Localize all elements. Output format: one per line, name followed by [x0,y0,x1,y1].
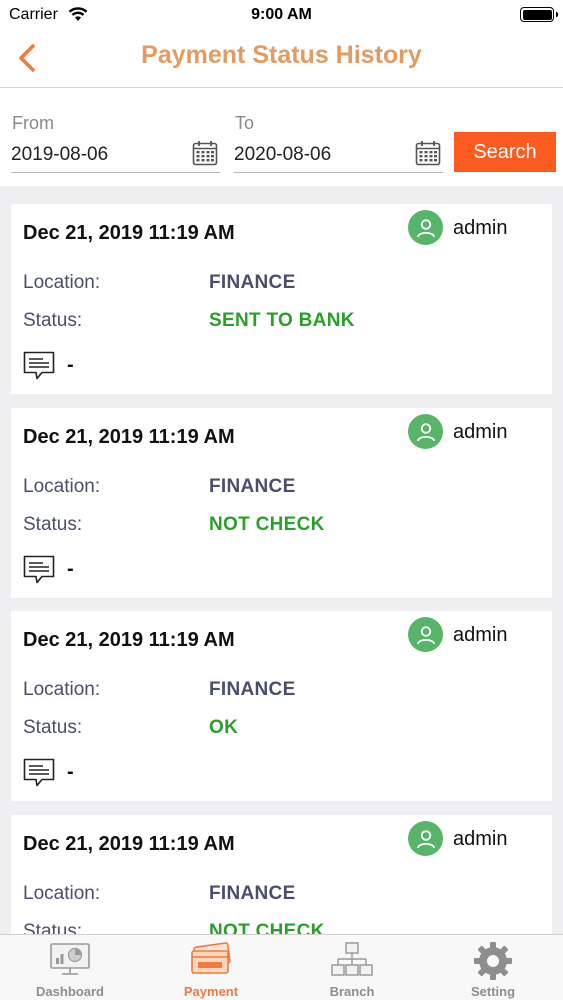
tab-setting[interactable]: Setting [423,935,563,1000]
page-title: Payment Status History [141,41,422,69]
location-label: Location: [23,272,101,293]
dashboard-icon [50,943,90,975]
user-avatar-icon [408,821,443,856]
location-value: FINANCE [209,883,296,904]
to-date-field[interactable]: 2020-08-06 [234,140,443,173]
to-label: To [235,113,255,133]
status-bar: Carrier 9:00 AM [0,0,563,30]
history-list[interactable]: Dec 21, 2019 11:19 AM admin Location: FI… [0,186,563,934]
status-value: OK [209,717,239,738]
tab-branch[interactable]: Branch [282,935,422,1000]
nav-bar: Payment Status History [0,30,563,88]
branch-icon [331,942,373,976]
search-button[interactable]: Search [454,132,556,172]
tab-label: Branch [329,984,375,999]
comment-icon [23,758,55,787]
user-avatar-icon [408,210,443,245]
user-avatar-icon [408,414,443,449]
gear-icon [474,942,512,980]
status-value: NOT CHECK [209,921,325,934]
clock: 9:00 AM [251,6,312,23]
record-user: admin [453,624,508,646]
record-note: - [67,761,74,783]
tab-label: Payment [183,984,239,999]
location-value: FINANCE [209,476,296,497]
calendar-icon[interactable] [415,140,441,166]
battery-icon [520,7,558,22]
record-user: admin [453,421,508,443]
comment-icon [23,555,55,584]
from-date-value: 2019-08-06 [11,144,109,165]
record-user: admin [453,217,508,239]
location-label: Location: [23,476,101,497]
record-datetime: Dec 21, 2019 11:19 AM [23,426,235,448]
record-datetime: Dec 21, 2019 11:19 AM [23,629,235,651]
history-card: Dec 21, 2019 11:19 AM admin Location: FI… [11,204,552,394]
tab-dashboard[interactable]: Dashboard [0,935,140,1000]
user-avatar-icon [408,617,443,652]
status-label: Status: [23,514,83,535]
date-filter: From 2019-08-06 To 2020-08-06 Search [0,88,563,186]
tab-bar: Dashboard Payment Branch Setting [0,934,563,1000]
location-value: FINANCE [209,272,296,293]
location-label: Location: [23,679,101,700]
record-note: - [67,558,74,580]
record-datetime: Dec 21, 2019 11:19 AM [23,222,235,244]
calendar-icon[interactable] [192,140,218,166]
record-user: admin [453,828,508,850]
to-date-value: 2020-08-06 [234,144,332,165]
history-card: Dec 21, 2019 11:19 AM admin Location: FI… [11,611,552,801]
tab-label: Setting [470,984,516,999]
comment-icon [23,351,55,380]
history-card: Dec 21, 2019 11:19 AM admin Location: FI… [11,408,552,598]
location-label: Location: [23,883,101,904]
status-value: SENT TO BANK [209,310,355,331]
status-value: NOT CHECK [209,514,325,535]
tab-label: Dashboard [36,984,104,999]
location-value: FINANCE [209,679,296,700]
payment-icon [191,942,231,974]
record-note: - [67,354,74,376]
status-label: Status: [23,310,83,331]
status-label: Status: [23,921,83,934]
tab-payment[interactable]: Payment [141,935,281,1000]
history-card: Dec 21, 2019 11:19 AM admin Location: FI… [11,815,552,934]
from-label: From [12,113,54,133]
record-datetime: Dec 21, 2019 11:19 AM [23,833,235,855]
from-date-field[interactable]: 2019-08-06 [11,140,220,173]
status-label: Status: [23,717,83,738]
